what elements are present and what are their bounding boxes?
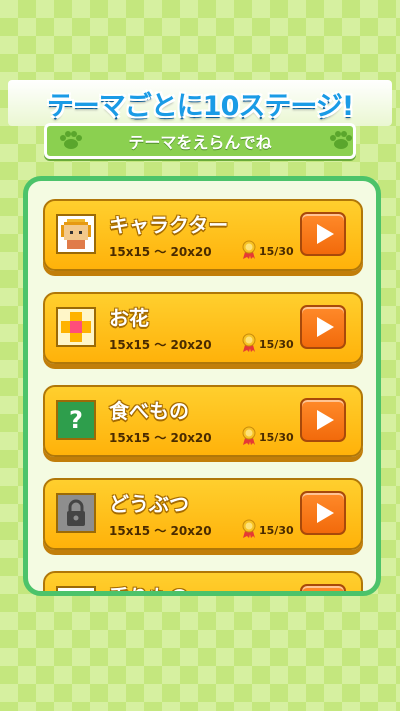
medal-icon xyxy=(242,333,256,352)
theme-card-food[interactable]: ? 食べもの 15x15 〜 20x20 15/30 xyxy=(43,385,363,457)
card-title: 食べもの xyxy=(109,399,189,423)
question-mark-icon: ? xyxy=(56,400,96,440)
card-size-range: 15x15 〜 20x20 xyxy=(109,245,212,259)
card-progress: 15/30 xyxy=(259,338,294,351)
play-button[interactable] xyxy=(300,398,346,442)
card-size-range: 15x15 〜 20x20 xyxy=(109,524,212,538)
medal-icon xyxy=(242,426,256,445)
card-title: どうぶつ xyxy=(109,492,189,516)
header-title: テーマごとに10ステージ! xyxy=(46,90,354,122)
play-icon xyxy=(316,317,334,337)
subtitle-bar: テーマをえらんでね xyxy=(44,123,356,159)
card-progress: 15/30 xyxy=(259,524,294,537)
card-progress: 15/30 xyxy=(259,431,294,444)
lock-icon xyxy=(56,493,96,533)
card-title: キャラクター xyxy=(109,213,229,237)
play-icon xyxy=(316,410,334,430)
play-button[interactable] xyxy=(300,584,346,591)
play-icon xyxy=(316,503,334,523)
card-size-range: 15x15 〜 20x20 xyxy=(109,338,212,352)
card-size-range: 15x15 〜 20x20 xyxy=(109,431,212,445)
theme-card-flower[interactable]: お花 15x15 〜 20x20 15/30 xyxy=(43,292,363,364)
thumbnail xyxy=(56,586,96,591)
card-title: 乗りもの xyxy=(109,581,189,591)
play-button[interactable] xyxy=(300,305,346,349)
play-button[interactable] xyxy=(300,212,346,256)
play-icon xyxy=(316,224,334,244)
flower-pixel-icon xyxy=(56,307,96,347)
card-title: お花 xyxy=(109,306,149,330)
theme-card-vehicles[interactable]: 乗りもの xyxy=(43,571,363,591)
play-button[interactable] xyxy=(300,491,346,535)
card-progress: 15/30 xyxy=(259,245,294,258)
header-banner: テーマごとに10ステージ! xyxy=(8,80,392,126)
subtitle-text: テーマをえらんでね xyxy=(128,133,272,152)
theme-card-animals[interactable]: どうぶつ 15x15 〜 20x20 15/30 xyxy=(43,478,363,550)
theme-list[interactable]: キャラクター 15x15 〜 20x20 15/30 お花 15x15 〜 20… xyxy=(23,176,381,596)
paw-left-icon xyxy=(60,131,82,149)
theme-card-character[interactable]: キャラクター 15x15 〜 20x20 15/30 xyxy=(43,199,363,271)
character-pixel-icon xyxy=(56,214,96,254)
medal-icon xyxy=(242,240,256,259)
medal-icon xyxy=(242,519,256,538)
paw-right-icon xyxy=(330,131,352,149)
